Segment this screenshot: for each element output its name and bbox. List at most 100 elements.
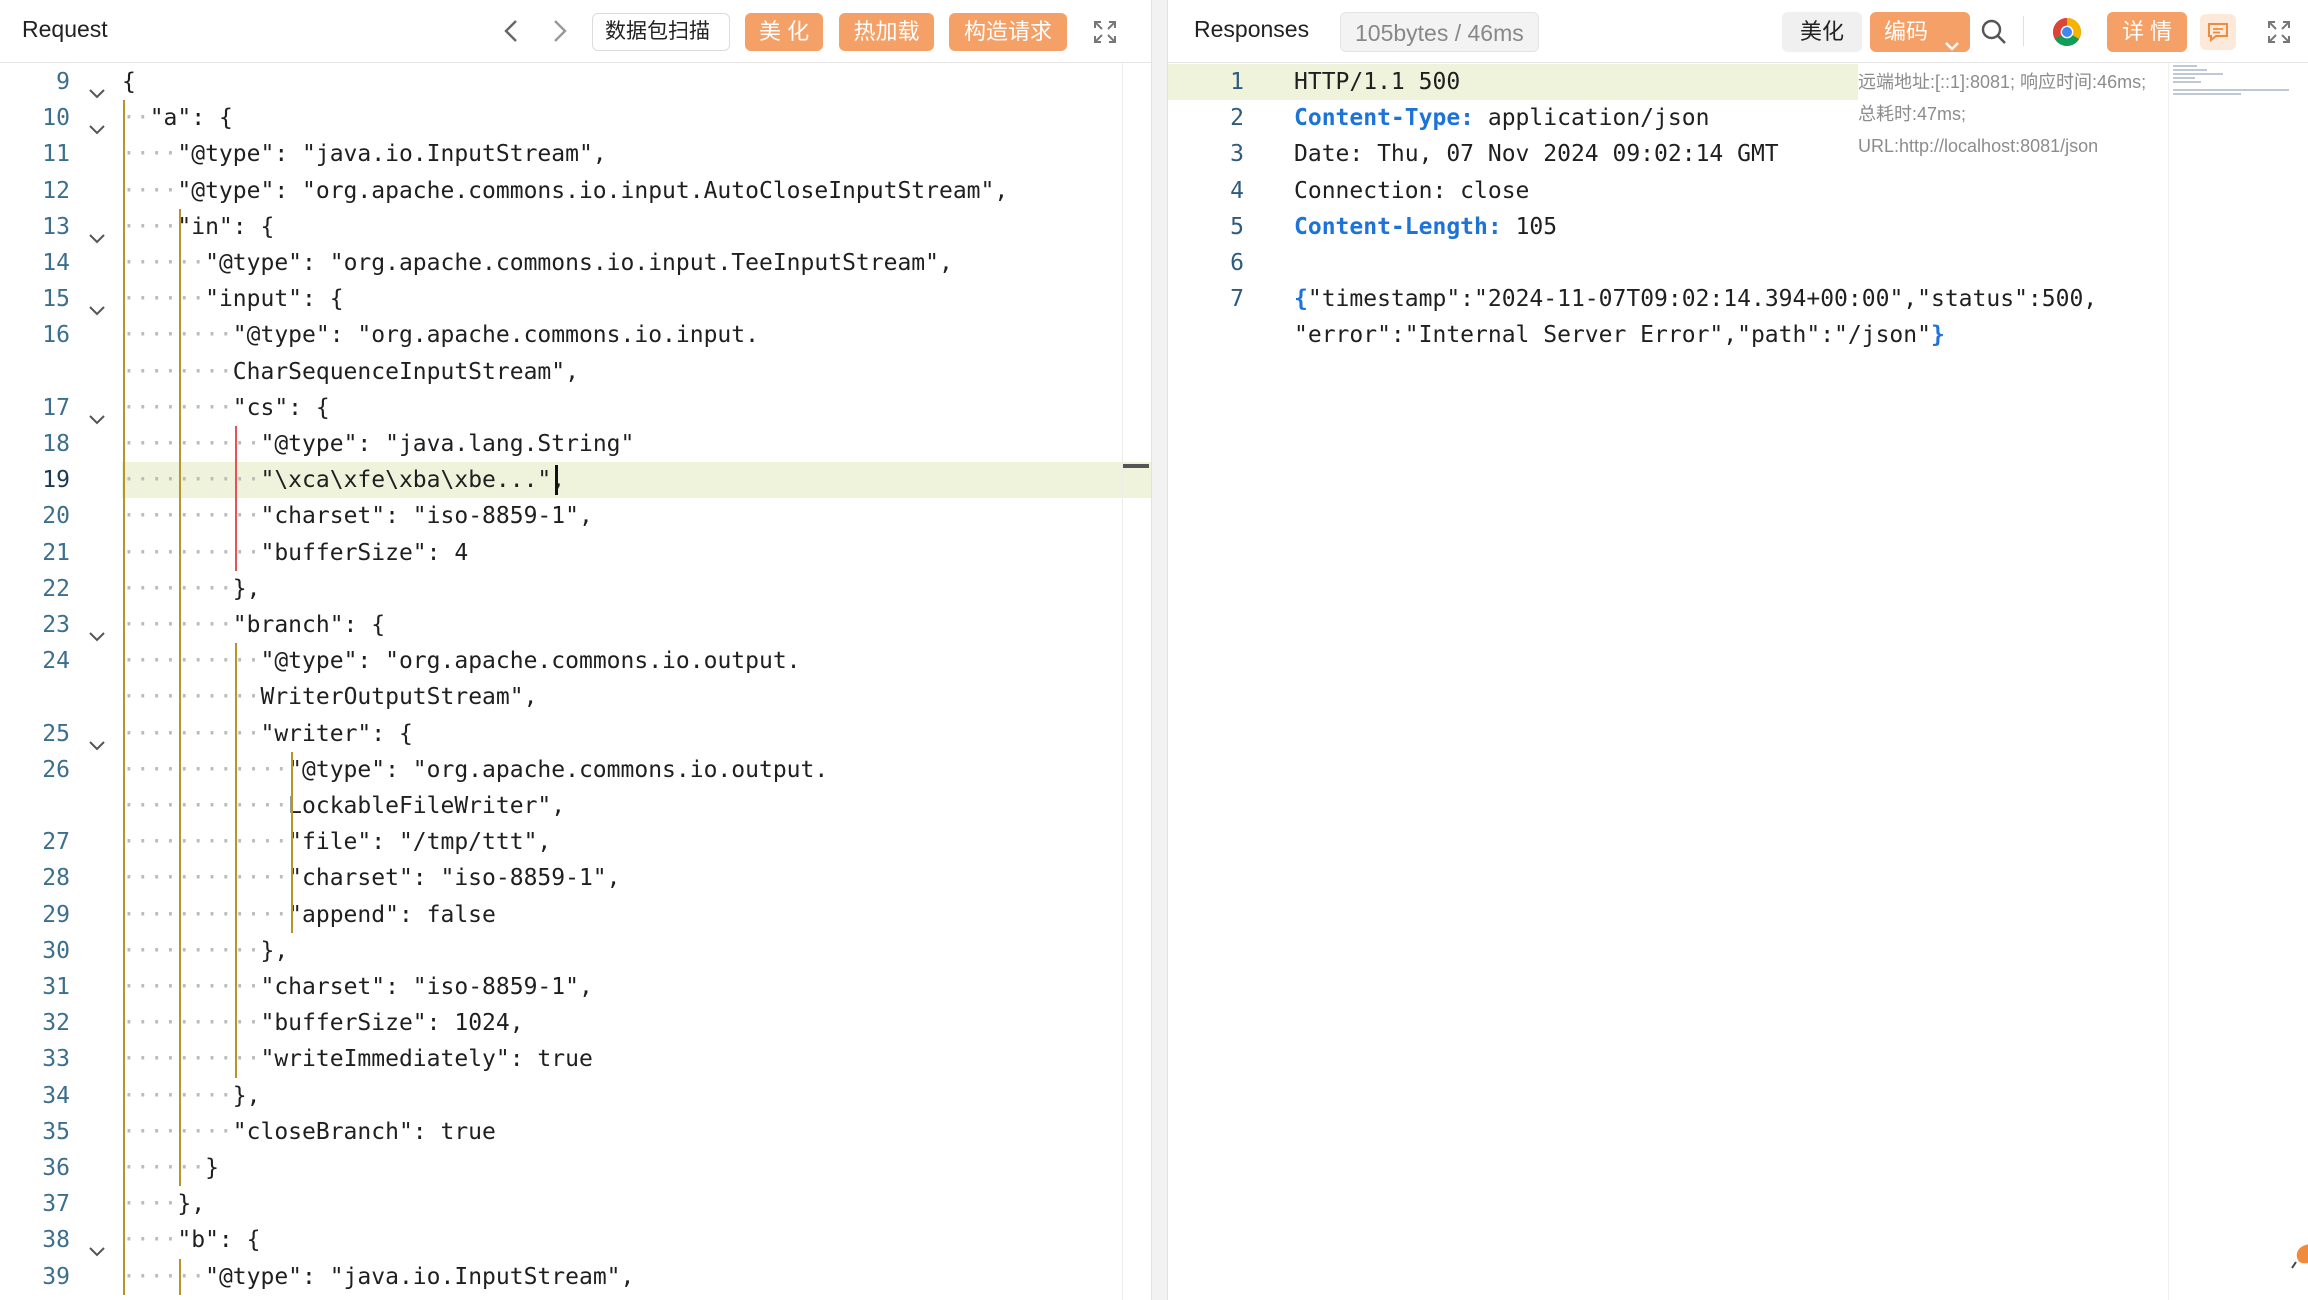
code-line[interactable]: 17 ········"cs": { [0,390,1151,426]
code-line[interactable]: 10 ··"a": { [0,100,1151,136]
response-line[interactable]: 4 Connection: close [1168,173,2168,209]
code-content: LockableFileWriter", [288,793,566,819]
fold-chevron-icon[interactable] [88,401,105,425]
code-content: "@type": "org.apache.commons.io.output. [288,756,829,783]
code-line[interactable]: 38 ····"b": { [0,1222,1151,1258]
response-line[interactable]: 6 [1168,245,2168,281]
code-line[interactable]: 30 ··········}, [0,933,1151,969]
code-line[interactable]: 11 ····"@type": "java.io.InputStream", [0,136,1151,172]
line-number: 39 [42,1263,70,1290]
code-line[interactable]: 35 ········"closeBranch": true [0,1114,1151,1150]
code-line[interactable]: ········CharSequenceInputStream", [0,354,1151,390]
code-line[interactable]: 39 ······"@type": "java.io.InputStream", [0,1259,1151,1295]
indent-whitespace: ······ [122,286,206,313]
code-line[interactable]: 37 ····}, [0,1186,1151,1222]
fold-chevron-icon[interactable] [88,111,105,135]
fold-chevron-icon[interactable] [88,1233,105,1257]
code-text: ··········"bufferSize": 4 [122,535,468,571]
packet-scan-button[interactable]: 数据包扫描 [592,13,730,51]
code-content: "a": { [149,105,233,132]
code-line[interactable]: 26 ············"@type": "org.apache.commo… [0,752,1151,788]
code-line[interactable]: 20 ··········"charset": "iso-8859-1", [0,498,1151,534]
response-fullscreen-icon[interactable] [2267,20,2291,49]
response-minimap[interactable] [2171,64,2291,96]
panel-divider[interactable] [1151,0,1168,1300]
indent-whitespace: ·········· [122,974,261,1000]
request-beautify-button[interactable]: 美 化 [745,13,823,51]
fold-chevron-icon[interactable] [88,292,105,316]
code-line[interactable]: ············LockableFileWriter", [0,788,1151,824]
code-line[interactable]: 9{ [0,64,1151,100]
hot-load-button[interactable]: 热加载 [839,13,934,51]
encoding-dropdown[interactable]: 编码 [1870,12,1970,52]
indent-whitespace: ···· [122,1191,178,1218]
code-line[interactable]: 22 ········}, [0,571,1151,607]
header-value: application/json [1474,105,1710,132]
header-key: Content-Length: [1294,213,1502,240]
code-text: ··········"@type": "java.lang.String" [122,426,634,462]
code-line[interactable]: 15 ······"input": { [0,281,1151,317]
line-number: 22 [42,575,70,602]
code-line[interactable]: 13 ····"in": { [0,209,1151,245]
code-line[interactable]: 36 ······} [0,1150,1151,1186]
code-line[interactable]: 19 ··········"\xca\xfe\xba\xbe...", [42,462,1151,499]
response-text: "error":"Internal Server Error","path":"… [1294,317,1945,353]
code-text: ········"branch": { [122,607,385,643]
response-line[interactable]: 1 HTTP/1.1 500 [1168,64,1858,100]
code-line[interactable]: 24 ··········"@type": "org.apache.commons… [0,643,1151,679]
fold-chevron-icon[interactable] [88,618,105,642]
code-line[interactable]: 29 ············"append": false [0,897,1151,933]
editor-scroll-marker[interactable] [1123,464,1149,468]
code-line[interactable]: 33 ··········"writeImmediately": true [0,1041,1151,1077]
code-line[interactable]: 23 ········"branch": { [0,607,1151,643]
code-line[interactable]: 32 ··········"bufferSize": 1024, [0,1005,1151,1041]
line-number: 26 [42,756,70,783]
code-line[interactable]: 21 ··········"bufferSize": 4 [0,535,1151,571]
code-line[interactable]: ··········WriterOutputStream", [0,679,1151,715]
code-line[interactable]: 18 ··········"@type": "java.lang.String" [0,426,1151,462]
details-button[interactable]: 详 情 [2107,12,2187,52]
code-text: ······"@type": "org.apache.commons.io.in… [122,245,953,281]
code-text: ··········WriterOutputStream", [122,679,537,715]
fold-chevron-icon[interactable] [88,220,105,244]
forward-arrow-icon[interactable] [547,18,571,49]
response-line-number: 1 [1230,69,1244,95]
fullscreen-icon[interactable] [1093,20,1117,49]
indent-guide [179,1258,181,1295]
back-arrow-icon[interactable] [500,18,524,49]
chrome-browser-icon[interactable] [2052,17,2082,52]
response-line[interactable]: 5 Content-Length: 105 [1168,209,2168,245]
line-number: 37 [42,1191,70,1218]
line-number: 36 [42,1155,70,1181]
indent-whitespace: ·········· [122,539,261,566]
code-line[interactable]: 12 ····"@type": "org.apache.commons.io.in… [0,173,1151,209]
request-panel: Request 数据包扫描 美 化 热加载 构造请求 9{10 ··"a": {1… [0,0,1151,1300]
code-text: ··········"writeImmediately": true [122,1041,593,1077]
code-text: ····"@type": "org.apache.commons.io.inpu… [122,173,1008,209]
construct-request-button[interactable]: 构造请求 [949,13,1067,51]
search-icon[interactable] [1980,18,2008,51]
response-line[interactable]: "error":"Internal Server Error","path":"… [1168,317,2168,353]
code-line[interactable]: 16 ········"@type": "org.apache.commons.i… [0,317,1151,353]
comment-button[interactable] [2200,14,2236,50]
response-beautify-button[interactable]: 美化 [1782,12,1862,52]
fold-chevron-icon[interactable] [88,75,105,99]
code-line[interactable]: 28 ············"charset": "iso-8859-1", [0,860,1151,896]
code-line[interactable]: 27 ············"file": "/tmp/ttt", [0,824,1151,860]
code-line[interactable]: 14 ······"@type": "org.apache.commons.io.… [0,245,1151,281]
response-line-number: 6 [1230,250,1244,276]
code-line[interactable]: 34 ········}, [0,1078,1151,1114]
fold-chevron-icon[interactable] [88,727,105,751]
response-panel: Responses 105bytes / 46ms 美化 编码 详 情 1 HT… [1168,0,2308,1300]
request-code-editor[interactable]: 9{10 ··"a": {11 ····"@type": "java.io.Inpu… [0,63,1151,1300]
code-line[interactable]: 25 ··········"writer": { [0,716,1151,752]
comment-icon [2208,23,2228,42]
response-line[interactable]: 7 {"timestamp":"2024-11-07T09:02:14.394+0… [1168,281,2168,317]
code-text: ····"@type": "java.io.InputStream", [122,136,607,172]
code-text: ··········"writer": { [122,716,413,752]
code-line[interactable]: 31 ··········"charset": "iso-8859-1", [0,969,1151,1005]
response-code-viewer[interactable]: 1 HTTP/1.1 500 2 Content-Type: application/… [1168,63,2308,1300]
response-text: {"timestamp":"2024-11-07T09:02:14.394+00… [1294,281,2097,317]
indent-whitespace: ············ [122,865,289,892]
floating-assistant-icon[interactable] [2290,1240,2308,1270]
